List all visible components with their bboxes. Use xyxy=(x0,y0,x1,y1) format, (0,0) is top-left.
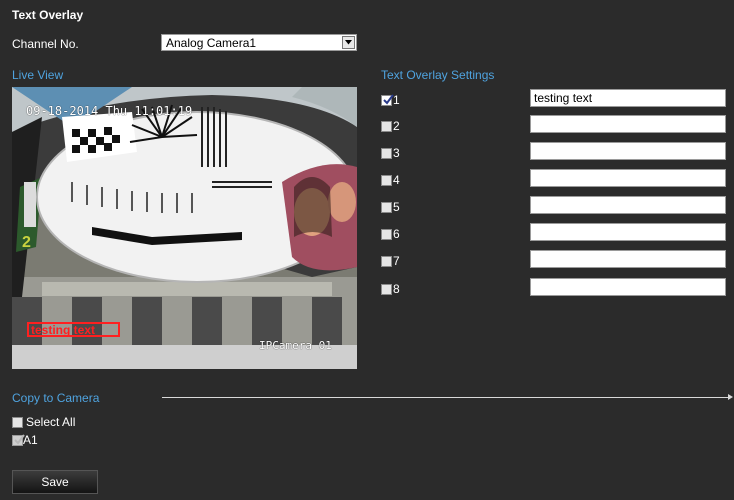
overlay-number: 5 xyxy=(393,200,400,214)
overlay-checkbox-4[interactable] xyxy=(381,174,392,186)
overlay-number: 8 xyxy=(393,282,400,296)
save-button[interactable]: Save xyxy=(12,470,98,494)
overlay-row-3: 3 xyxy=(381,144,400,162)
overlay-number: 1 xyxy=(393,93,400,107)
overlay-text-input-2[interactable] xyxy=(530,115,726,133)
checkmark-icon xyxy=(383,93,394,105)
overlay-row-4: 4 xyxy=(381,171,400,189)
divider-arrow-icon xyxy=(728,394,733,400)
channel-label: Channel No. xyxy=(12,37,79,51)
chevron-down-icon[interactable] xyxy=(342,36,355,49)
overlay-checkbox-1[interactable] xyxy=(381,93,394,106)
overlay-row-2: 2 xyxy=(381,117,400,135)
overlay-text-input-6[interactable] xyxy=(530,223,726,241)
overlay-checkbox-8[interactable] xyxy=(381,283,392,295)
osd-datetime: 09-18-2014 Thu 11:01:19 xyxy=(26,104,193,118)
select-all-checkbox[interactable] xyxy=(12,416,23,428)
channel-select[interactable]: Analog Camera1 xyxy=(161,34,357,51)
camera-a1-row: A1 xyxy=(12,433,38,447)
overlay-number: 7 xyxy=(393,254,400,268)
osd-overlay-text: testing text xyxy=(31,323,96,337)
overlay-number: 3 xyxy=(393,146,400,160)
overlay-settings-label: Text Overlay Settings xyxy=(381,68,495,82)
overlay-checkbox-5[interactable] xyxy=(381,201,392,213)
overlay-row-7: 7 xyxy=(381,252,400,270)
overlay-text-input-5[interactable] xyxy=(530,196,726,214)
osd-overlay-box[interactable]: testing text xyxy=(27,322,120,337)
camera-a1-label: A1 xyxy=(23,433,38,447)
overlay-text-input-8[interactable] xyxy=(530,278,726,296)
overlay-text-input-4[interactable] xyxy=(530,169,726,187)
overlay-checkbox-6[interactable] xyxy=(381,228,392,240)
overlay-number: 4 xyxy=(393,173,400,187)
overlay-text-input-7[interactable] xyxy=(530,250,726,268)
select-all-label: Select All xyxy=(26,415,76,429)
section-divider xyxy=(162,397,730,398)
copy-to-camera-label: Copy to Camera xyxy=(12,391,100,405)
overlay-number: 2 xyxy=(393,119,400,133)
overlay-row-5: 5 xyxy=(381,198,400,216)
overlay-text-input-1[interactable] xyxy=(530,89,726,107)
overlay-checkbox-7[interactable] xyxy=(381,255,392,267)
channel-select-value: Analog Camera1 xyxy=(166,36,257,50)
overlay-row-8: 8 xyxy=(381,280,400,298)
overlay-checkbox-2[interactable] xyxy=(381,120,392,132)
live-view-video: 2 09-18-2014 Thu 11:01:19 testing text I… xyxy=(12,87,357,369)
camera-a1-checkbox xyxy=(12,433,25,446)
overlay-row-6: 6 xyxy=(381,225,400,243)
select-all-row[interactable]: Select All xyxy=(12,415,75,429)
overlay-row-1: 1 xyxy=(381,91,400,109)
osd-camera-name: IPCamera 01 xyxy=(259,339,332,352)
overlay-text-input-3[interactable] xyxy=(530,142,726,160)
overlay-number: 6 xyxy=(393,227,400,241)
svg-text:2: 2 xyxy=(22,234,31,251)
page-title: Text Overlay xyxy=(12,8,84,22)
overlay-checkbox-3[interactable] xyxy=(381,147,392,159)
live-view-label: Live View xyxy=(12,68,64,82)
